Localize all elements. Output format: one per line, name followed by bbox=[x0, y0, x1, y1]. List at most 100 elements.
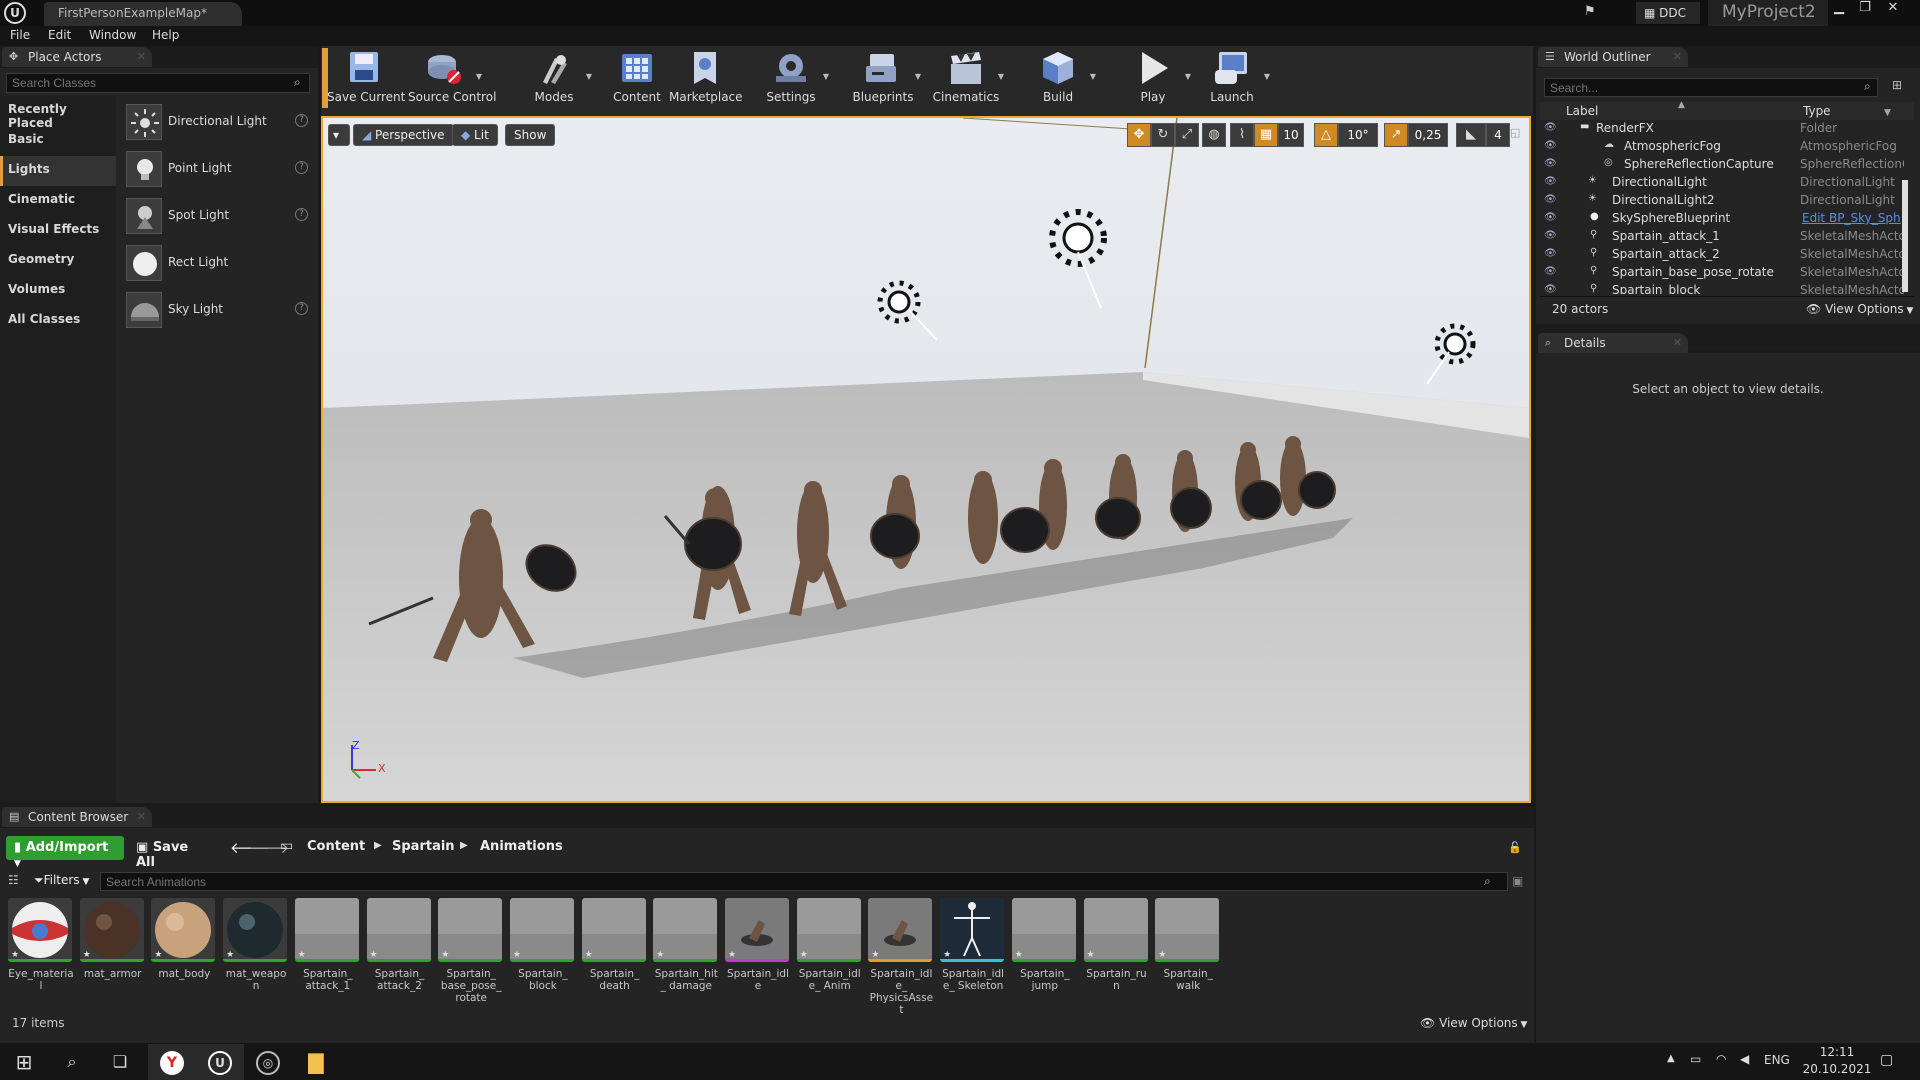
chevron-down-icon[interactable]: ▼ bbox=[586, 72, 592, 81]
wifi-icon[interactable]: ◠ bbox=[1716, 1052, 1726, 1066]
viewport-options-button[interactable]: ▾ bbox=[328, 124, 350, 146]
help-icon[interactable]: ? bbox=[295, 208, 308, 221]
outliner-scrollbar[interactable] bbox=[1902, 180, 1908, 292]
show-button[interactable]: Show bbox=[505, 124, 556, 146]
outliner-row-spartain-base-pose[interactable]: 👁 ⚲ Spartain_base_pose_rotate SkeletalMeshA… bbox=[1540, 264, 1914, 282]
translate-icon[interactable]: ✥ bbox=[1127, 123, 1151, 147]
cb-view-options-button[interactable]: 👁 View Options ▼ bbox=[1420, 1016, 1527, 1030]
content-button[interactable]: Content bbox=[601, 48, 673, 108]
asset-tile[interactable]: ★ Spartain_ walk bbox=[1155, 898, 1221, 1004]
source-control-button[interactable]: Source Control ▼ bbox=[408, 48, 496, 108]
show-hidden-icons-icon[interactable]: ▲ bbox=[1667, 1053, 1675, 1064]
actor-rect-light[interactable]: Rect Light bbox=[124, 241, 316, 285]
yandex-browser-icon[interactable]: Y bbox=[148, 1044, 196, 1080]
language-indicator[interactable]: ENG bbox=[1764, 1053, 1790, 1067]
volume-icon[interactable]: ◀ bbox=[1740, 1052, 1749, 1066]
close-icon[interactable]: ✕ bbox=[137, 50, 146, 63]
tab-world-outliner[interactable]: ☰ World Outliner ✕ bbox=[1538, 47, 1688, 67]
asset-tile[interactable]: ★ mat_weapon bbox=[223, 898, 289, 1004]
rotation-snap-icon[interactable]: △ bbox=[1314, 123, 1338, 147]
breadcrumb-content[interactable]: Content bbox=[307, 839, 365, 854]
category-all-classes[interactable]: All Classes bbox=[0, 306, 116, 336]
chevron-down-icon[interactable]: ▼ bbox=[1090, 72, 1096, 81]
world-space-icon[interactable]: ◍ bbox=[1202, 123, 1226, 147]
visibility-eye-icon[interactable]: 👁 bbox=[1544, 284, 1557, 294]
asset-tile[interactable]: ★ Eye_material bbox=[8, 898, 74, 1004]
modes-button[interactable]: Modes ▼ bbox=[518, 48, 592, 108]
chevron-down-icon[interactable]: ▼ bbox=[998, 72, 1004, 81]
asset-tile[interactable]: ★ Spartain_ attack_2 bbox=[366, 898, 433, 1004]
lit-button[interactable]: ◆ Lit bbox=[452, 124, 498, 146]
outliner-row-spartain-attack-2[interactable]: 👁 ⚲ Spartain_attack_2 SkeletalMeshActo bbox=[1540, 246, 1914, 264]
build-button[interactable]: Build ▼ bbox=[1022, 48, 1096, 108]
asset-tile[interactable]: ★ Spartain_ death bbox=[581, 898, 648, 1004]
column-label[interactable]: Label bbox=[1566, 104, 1598, 118]
chevron-down-icon[interactable]: ▼ bbox=[1185, 72, 1191, 81]
asset-tile[interactable]: ★ Spartain_ attack_1 bbox=[294, 898, 361, 1004]
close-icon[interactable]: ✕ bbox=[137, 810, 146, 823]
sources-panel-icon[interactable]: ☷ bbox=[8, 873, 19, 887]
chevron-right-icon[interactable]: ▶ bbox=[460, 840, 468, 851]
cinematics-button[interactable]: Cinematics ▼ bbox=[930, 48, 1004, 108]
obs-icon[interactable]: ◎ bbox=[244, 1044, 292, 1080]
breadcrumb-spartain[interactable]: Spartain bbox=[392, 839, 455, 854]
actor-spot-light[interactable]: Spot Light? bbox=[124, 194, 316, 238]
visibility-eye-icon[interactable]: 👁 bbox=[1544, 194, 1557, 205]
file-explorer-icon[interactable]: ▇ bbox=[292, 1044, 340, 1080]
save-current-button[interactable]: Save Current bbox=[327, 48, 405, 108]
notifications-icon[interactable]: ▢ bbox=[1880, 1052, 1893, 1068]
tab-content-browser[interactable]: ▤ Content Browser ✕ bbox=[2, 807, 152, 827]
asset-tile[interactable]: ★ Spartain_idle_ Anim bbox=[796, 898, 863, 1004]
filters-button[interactable]: ⏷Filters ▼ bbox=[34, 873, 89, 888]
visibility-eye-icon[interactable]: 👁 bbox=[1544, 230, 1557, 241]
surface-snap-icon[interactable]: ⌇ bbox=[1230, 123, 1254, 147]
help-icon[interactable]: ? bbox=[295, 114, 308, 127]
outliner-row-atmosphericfog[interactable]: 👁 ☁ AtmosphericFog AtmosphericFog bbox=[1540, 138, 1914, 156]
chevron-down-icon[interactable]: ▼ bbox=[823, 72, 829, 81]
clock-time[interactable]: 12:11 bbox=[1812, 1045, 1862, 1059]
add-import-button[interactable]: ▮ Add/Import ▼ bbox=[6, 836, 124, 869]
chevron-down-icon[interactable]: ▼ bbox=[476, 72, 482, 81]
blueprints-button[interactable]: Blueprints ▼ bbox=[847, 48, 921, 108]
save-search-icon[interactable]: ▣ bbox=[1512, 874, 1523, 888]
category-recently-placed[interactable]: Recently Placed bbox=[0, 96, 116, 130]
rotation-snap-value[interactable]: 10° bbox=[1338, 123, 1378, 147]
outliner-row-spherereflectioncapture[interactable]: 👁 ◎ SphereReflectionCapture SphereReflectio… bbox=[1540, 156, 1914, 174]
help-icon[interactable]: ? bbox=[295, 161, 308, 174]
edit-blueprint-link[interactable]: Edit BP_Sky_Sph bbox=[1802, 211, 1906, 225]
asset-tile[interactable]: ★ Spartain_idle bbox=[725, 898, 791, 1004]
visibility-eye-icon[interactable]: 👁 bbox=[1544, 158, 1557, 169]
play-button[interactable]: Play ▼ bbox=[1117, 48, 1191, 108]
scale-snap-value[interactable]: 0,25 bbox=[1408, 123, 1448, 147]
ddc-button[interactable]: ▦ DDC bbox=[1636, 2, 1700, 24]
help-icon[interactable]: ? bbox=[295, 302, 308, 315]
grid-snap-icon[interactable]: ▦ bbox=[1254, 123, 1278, 147]
menu-help[interactable]: Help bbox=[152, 28, 179, 42]
actor-point-light[interactable]: Point Light? bbox=[124, 147, 316, 191]
notification-flag-icon[interactable]: ⚑ bbox=[1584, 4, 1600, 20]
category-volumes[interactable]: Volumes bbox=[0, 276, 116, 306]
close-icon[interactable]: ✕ bbox=[1673, 50, 1682, 63]
windows-start-icon[interactable]: ⊞ bbox=[0, 1044, 48, 1080]
camera-speed-value[interactable]: 4 bbox=[1486, 123, 1510, 147]
rotate-icon[interactable]: ↻ bbox=[1151, 123, 1175, 147]
menu-file[interactable]: File bbox=[10, 28, 30, 42]
asset-tile[interactable]: ★ Spartain_run bbox=[1083, 898, 1150, 1004]
grid-snap-value[interactable]: 10 bbox=[1278, 123, 1304, 147]
unreal-engine-icon[interactable]: U bbox=[196, 1044, 244, 1080]
maximize-viewport-icon[interactable]: ◱ bbox=[1510, 126, 1520, 139]
outliner-row-directionallight2[interactable]: 👁 ☀ DirectionalLight2 DirectionalLight bbox=[1540, 192, 1914, 210]
search-animations-input[interactable] bbox=[100, 872, 1508, 891]
asset-tile[interactable]: ★ Spartain_hit_ damage bbox=[653, 898, 719, 1004]
category-lights[interactable]: Lights bbox=[0, 156, 116, 186]
minimize-icon[interactable]: ▁ bbox=[1828, 0, 1850, 18]
perspective-button[interactable]: ◢ Perspective bbox=[353, 124, 454, 146]
visibility-eye-icon[interactable]: 👁 bbox=[1544, 176, 1557, 187]
chevron-down-icon[interactable]: ▼ bbox=[915, 72, 921, 81]
column-type[interactable]: Type bbox=[1803, 104, 1831, 118]
marketplace-button[interactable]: Marketplace bbox=[669, 48, 743, 108]
outliner-row-skyspherebp[interactable]: 👁 ● SkySphereBlueprint Edit BP_Sky_Sph bbox=[1540, 210, 1914, 228]
category-geometry[interactable]: Geometry bbox=[0, 246, 116, 276]
outliner-row-renderfx[interactable]: 👁 ▬ RenderFX Folder bbox=[1540, 120, 1914, 138]
asset-tile[interactable]: ★ Spartain_ jump bbox=[1011, 898, 1078, 1004]
